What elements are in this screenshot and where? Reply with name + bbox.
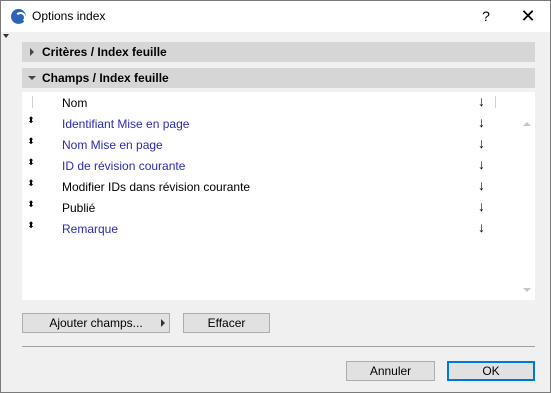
help-button[interactable]: ? <box>471 1 501 32</box>
sort-arrow-icon[interactable]: ↓ <box>478 93 485 109</box>
list-item-label[interactable]: ID de révision courante <box>62 159 185 173</box>
vertical-scrollbar[interactable] <box>519 112 535 300</box>
column-header-name[interactable]: Nom <box>62 96 87 110</box>
list-item-label[interactable]: Identifiant Mise en page <box>62 117 189 131</box>
sort-arrow-icon[interactable]: ↓ <box>478 177 485 193</box>
ok-button[interactable]: OK <box>447 361 535 381</box>
clear-button[interactable]: Effacer <box>183 313 270 333</box>
list-item[interactable]: ⬍ Publié ↓ <box>22 197 519 217</box>
list-item[interactable]: ⬍ Remarque ↓ <box>22 218 519 238</box>
add-fields-label: Ajouter champs... <box>49 316 143 330</box>
sort-arrow-icon[interactable]: ↓ <box>478 156 485 172</box>
list-item-label[interactable]: Publié <box>62 201 95 215</box>
list-item[interactable]: ⬍ Identifiant Mise en page ↓ <box>22 113 519 133</box>
column-divider <box>32 96 33 108</box>
list-item[interactable]: ⬍ Nom Mise en page ↓ <box>22 134 519 154</box>
drag-handle-icon[interactable]: ⬍ <box>27 179 35 188</box>
drag-handle-icon[interactable]: ⬍ <box>27 200 35 209</box>
list-item-label[interactable]: Remarque <box>62 222 118 236</box>
column-divider <box>495 96 496 108</box>
add-fields-button[interactable]: Ajouter champs... <box>22 313 170 333</box>
list-item-label[interactable]: Modifier IDs dans révision courante <box>62 180 250 194</box>
fields-list[interactable]: Nom ↓ ⬍ Identifiant Mise en page ↓ ⬍ Nom… <box>22 92 535 300</box>
close-button[interactable]: ✕ <box>506 1 550 32</box>
drag-handle-icon[interactable]: ⬍ <box>27 158 35 167</box>
cancel-button[interactable]: Annuler <box>346 361 435 381</box>
list-item[interactable]: ⬍ Modifier IDs dans révision courante ↓ <box>22 176 519 196</box>
collapse-corner-icon[interactable] <box>3 34 9 38</box>
list-item-label[interactable]: Nom Mise en page <box>62 138 163 152</box>
list-header: Nom ↓ <box>22 92 519 112</box>
drag-handle-icon[interactable]: ⬍ <box>27 116 35 125</box>
scroll-down-icon[interactable] <box>523 288 531 292</box>
drag-handle-icon[interactable]: ⬍ <box>27 137 35 146</box>
sort-arrow-icon[interactable]: ↓ <box>478 114 485 130</box>
archicad-app-icon <box>11 9 26 24</box>
sort-arrow-icon[interactable]: ↓ <box>478 198 485 214</box>
sort-arrow-icon[interactable]: ↓ <box>478 135 485 151</box>
chevron-down-icon <box>28 76 36 80</box>
section-criteria-label: Critères / Index feuille <box>42 45 167 59</box>
list-item[interactable]: ⬍ ID de révision courante ↓ <box>22 155 519 175</box>
menu-arrow-icon <box>161 319 165 327</box>
window-title: Options index <box>32 9 106 23</box>
section-fields-label: Champs / Index feuille <box>42 71 169 85</box>
footer-divider <box>22 346 535 347</box>
title-bar: Options index ? ✕ <box>1 1 550 32</box>
sort-arrow-icon[interactable]: ↓ <box>478 219 485 235</box>
options-index-dialog: Options index ? ✕ Critères / Index feuil… <box>0 0 551 393</box>
section-fields-header[interactable]: Champs / Index feuille <box>22 68 535 88</box>
chevron-right-icon <box>30 48 34 56</box>
scroll-up-icon[interactable] <box>523 122 531 126</box>
section-criteria-header[interactable]: Critères / Index feuille <box>22 42 535 62</box>
drag-handle-icon[interactable]: ⬍ <box>27 221 35 230</box>
